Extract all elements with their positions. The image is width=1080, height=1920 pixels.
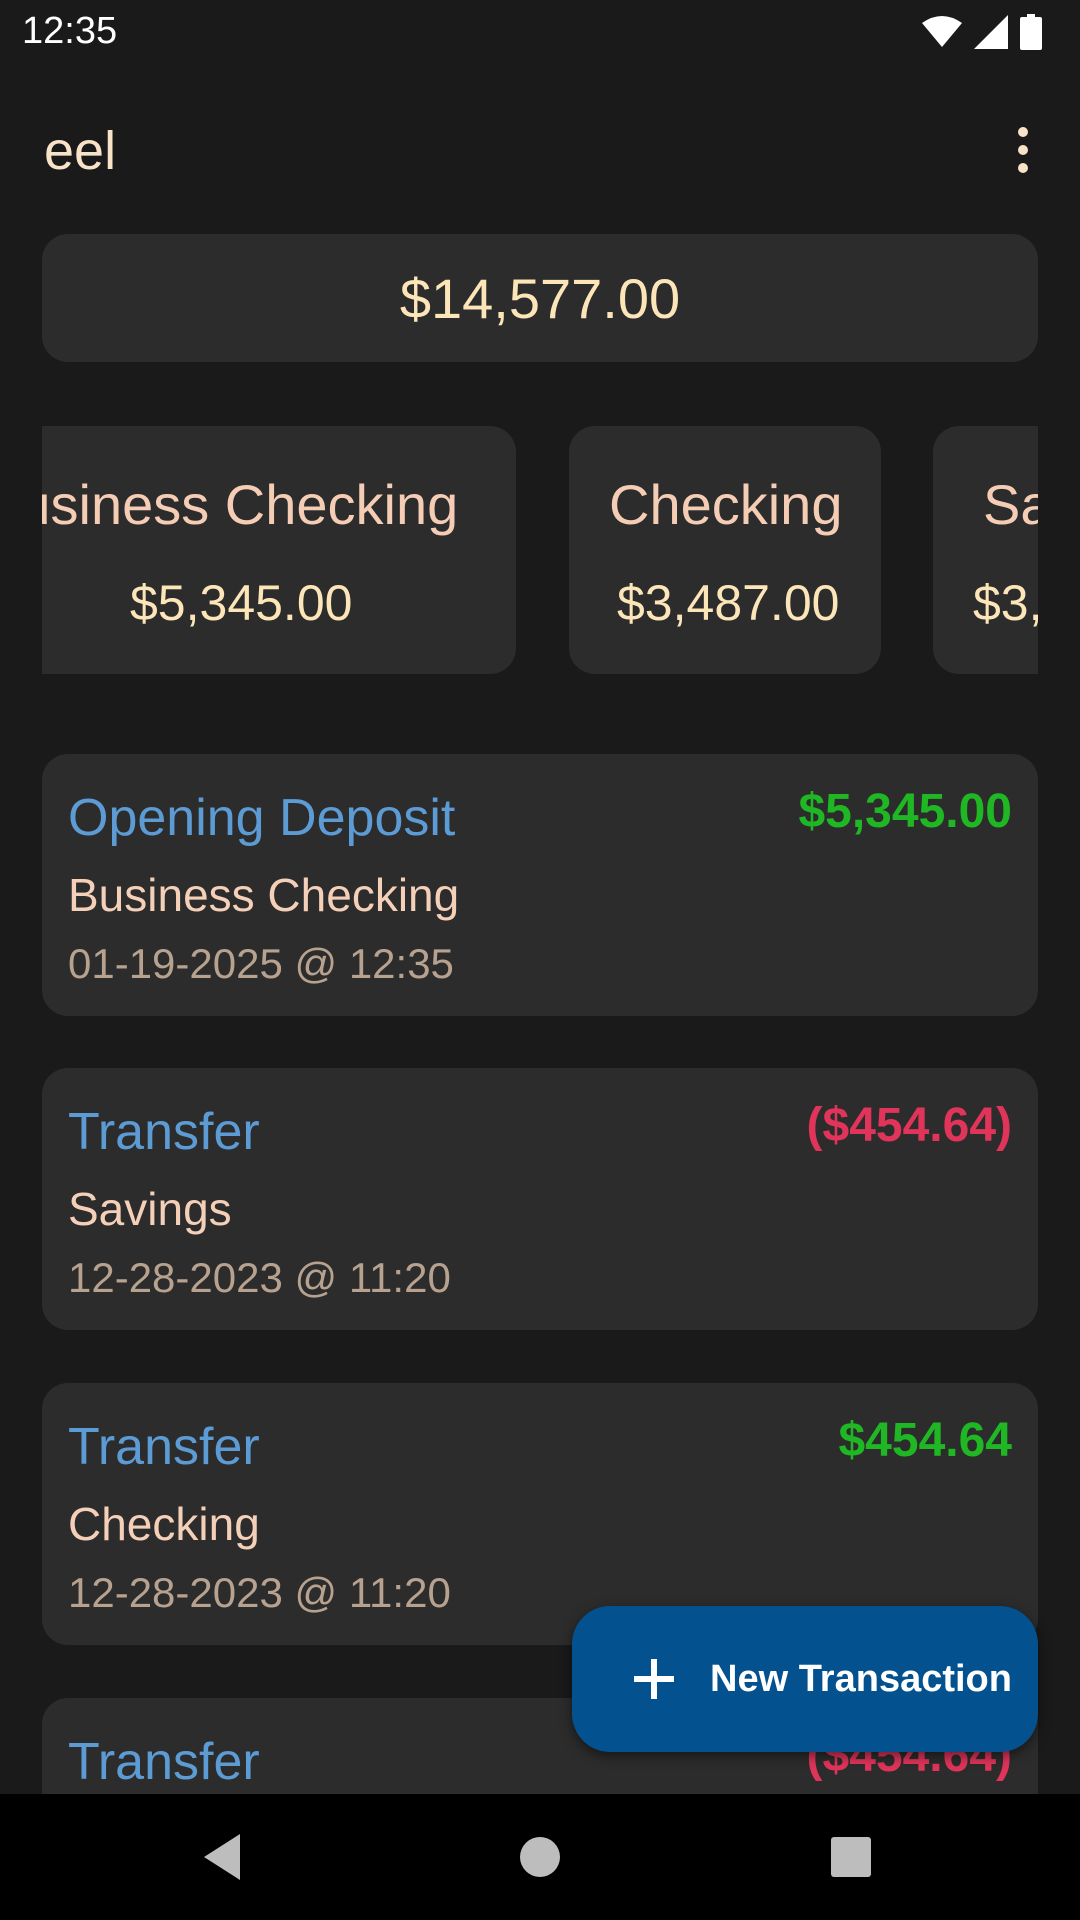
- transaction-item[interactable]: Transfer ($454.64) Savings 12-28-2023 @ …: [42, 1068, 1038, 1330]
- transaction-title: Transfer: [68, 1103, 260, 1161]
- accounts-carousel[interactable]: Business Checking $5,345.00 Checking $3,…: [42, 426, 1038, 676]
- transaction-account: Savings: [68, 1183, 232, 1235]
- new-transaction-label: New Transaction: [710, 1658, 1012, 1700]
- transaction-date: 12-28-2023 @ 11:20: [68, 1569, 451, 1616]
- home-icon[interactable]: [507, 1824, 573, 1890]
- transaction-account: Checking: [68, 1498, 260, 1550]
- account-balance: $3,487.00: [617, 575, 840, 631]
- wifi-icon: [922, 16, 962, 47]
- transaction-title: Transfer: [68, 1733, 260, 1791]
- back-icon[interactable]: [192, 1824, 258, 1890]
- account-name: Sa: [983, 473, 1038, 536]
- status-icons: [922, 14, 1042, 50]
- app-bar: eel: [0, 64, 1080, 228]
- transaction-title: Opening Deposit: [68, 789, 456, 847]
- transaction-date: 01-19-2025 @ 12:35: [68, 940, 454, 987]
- transaction-item[interactable]: Opening Deposit $5,345.00 Business Check…: [42, 754, 1038, 1016]
- transaction-account: Business Checking: [68, 869, 460, 921]
- total-balance-amount: $14,577.00: [399, 266, 681, 330]
- account-card-checking[interactable]: Checking $3,487.00: [569, 426, 881, 674]
- status-bar: 12:35: [0, 0, 1080, 64]
- account-balance: $3,: [973, 575, 1038, 631]
- app-title: eel: [44, 121, 117, 181]
- account-name: Business Checking: [42, 473, 459, 536]
- system-nav-bar: [0, 1794, 1080, 1920]
- transaction-date: 12-28-2023 @ 11:20: [68, 1254, 451, 1301]
- signal-icon: [974, 15, 1008, 49]
- new-transaction-button[interactable]: New Transaction: [572, 1606, 1038, 1752]
- status-time: 12:35: [22, 10, 118, 52]
- transaction-amount: ($454.64): [806, 1099, 1012, 1152]
- account-balance: $5,345.00: [130, 575, 353, 631]
- more-vert-icon[interactable]: [998, 120, 1048, 180]
- plus-icon: [634, 1659, 674, 1699]
- account-card-savings[interactable]: Sa $3,: [933, 426, 1038, 674]
- transaction-amount: $5,345.00: [798, 785, 1012, 838]
- transaction-amount: $454.64: [838, 1414, 1012, 1467]
- account-card-business-checking[interactable]: Business Checking $5,345.00: [42, 426, 516, 674]
- transaction-title: Transfer: [68, 1418, 260, 1476]
- total-balance-card: $14,577.00: [42, 234, 1038, 362]
- battery-icon: [1020, 14, 1042, 50]
- recents-icon[interactable]: [818, 1824, 884, 1890]
- account-name: Checking: [609, 473, 843, 536]
